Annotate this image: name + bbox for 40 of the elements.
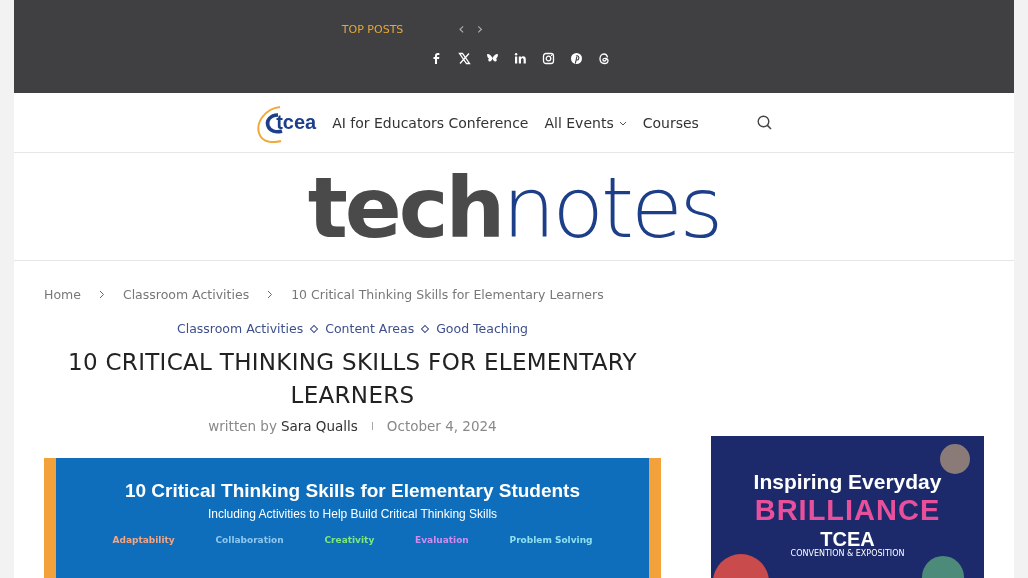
skill-label: Adaptability bbox=[112, 535, 175, 545]
skill-label: Problem Solving bbox=[509, 535, 593, 545]
skill-label: Creativity bbox=[324, 535, 375, 545]
article-title: 10 CRITICAL THINKING SKILLS FOR ELEMENTARY LEARNERS bbox=[67, 348, 638, 410]
byline-label: written by bbox=[208, 418, 277, 434]
nav-link[interactable]: Courses bbox=[642, 114, 699, 131]
ad-brand: TCEA bbox=[820, 529, 875, 549]
category-link[interactable]: Content Areas bbox=[325, 321, 415, 336]
tcea-logo[interactable]: tcea bbox=[254, 102, 317, 143]
x-logo-icon[interactable] bbox=[457, 52, 471, 65]
pinterest-icon[interactable] bbox=[569, 52, 583, 65]
ad-banner[interactable]: Inspiring Everyday BRILLIANCE TCEA CONVENTION & EXPOSITION bbox=[711, 436, 984, 578]
ad-tagline: CONVENTION & EXPOSITION bbox=[790, 550, 905, 558]
breadcrumb-current: 10 Critical Thinking Skills for Elementary Learners bbox=[291, 287, 604, 302]
infographic-subtitle: Including Activities to Help Build Critical Thinking Skills bbox=[207, 507, 498, 521]
top-posts-label: TOP POSTS bbox=[341, 22, 404, 36]
technotes-logo[interactable]: technotes bbox=[307, 165, 721, 250]
ad-headline: BRILLIANCE bbox=[754, 494, 941, 527]
author-link[interactable]: Sara Qualls bbox=[280, 418, 358, 434]
nav-link[interactable]: All Events bbox=[544, 114, 627, 131]
post-date: October 4, 2024 bbox=[386, 418, 497, 434]
ad-headline: Inspiring Everyday bbox=[753, 470, 942, 494]
chevron-right-icon[interactable] bbox=[98, 290, 105, 299]
breadcrumb-link[interactable]: Classroom Activities bbox=[122, 287, 250, 302]
butterfly-icon[interactable] bbox=[485, 52, 499, 65]
linkedin-icon[interactable] bbox=[513, 52, 527, 65]
previous-button[interactable]: ‹ bbox=[455, 20, 468, 38]
nav-link[interactable]: AI for Educators Conference bbox=[332, 114, 529, 131]
infographic-title: 10 Critical Thinking Skills for Elementary Students bbox=[124, 480, 581, 502]
search-button[interactable] bbox=[754, 113, 774, 132]
photo-placeholder bbox=[940, 444, 970, 474]
threads-icon[interactable] bbox=[597, 52, 611, 65]
next-button[interactable]: › bbox=[473, 20, 487, 38]
chevron-right-icon[interactable] bbox=[267, 290, 274, 299]
breadcrumb-link[interactable]: Home bbox=[44, 287, 81, 302]
skill-label: Collaboration bbox=[215, 535, 284, 545]
category-link[interactable]: Classroom Activities bbox=[176, 321, 304, 336]
category-link[interactable]: Good Teaching bbox=[436, 321, 529, 336]
skill-label: Evaluation bbox=[415, 535, 469, 545]
instagram-icon[interactable] bbox=[541, 52, 555, 65]
